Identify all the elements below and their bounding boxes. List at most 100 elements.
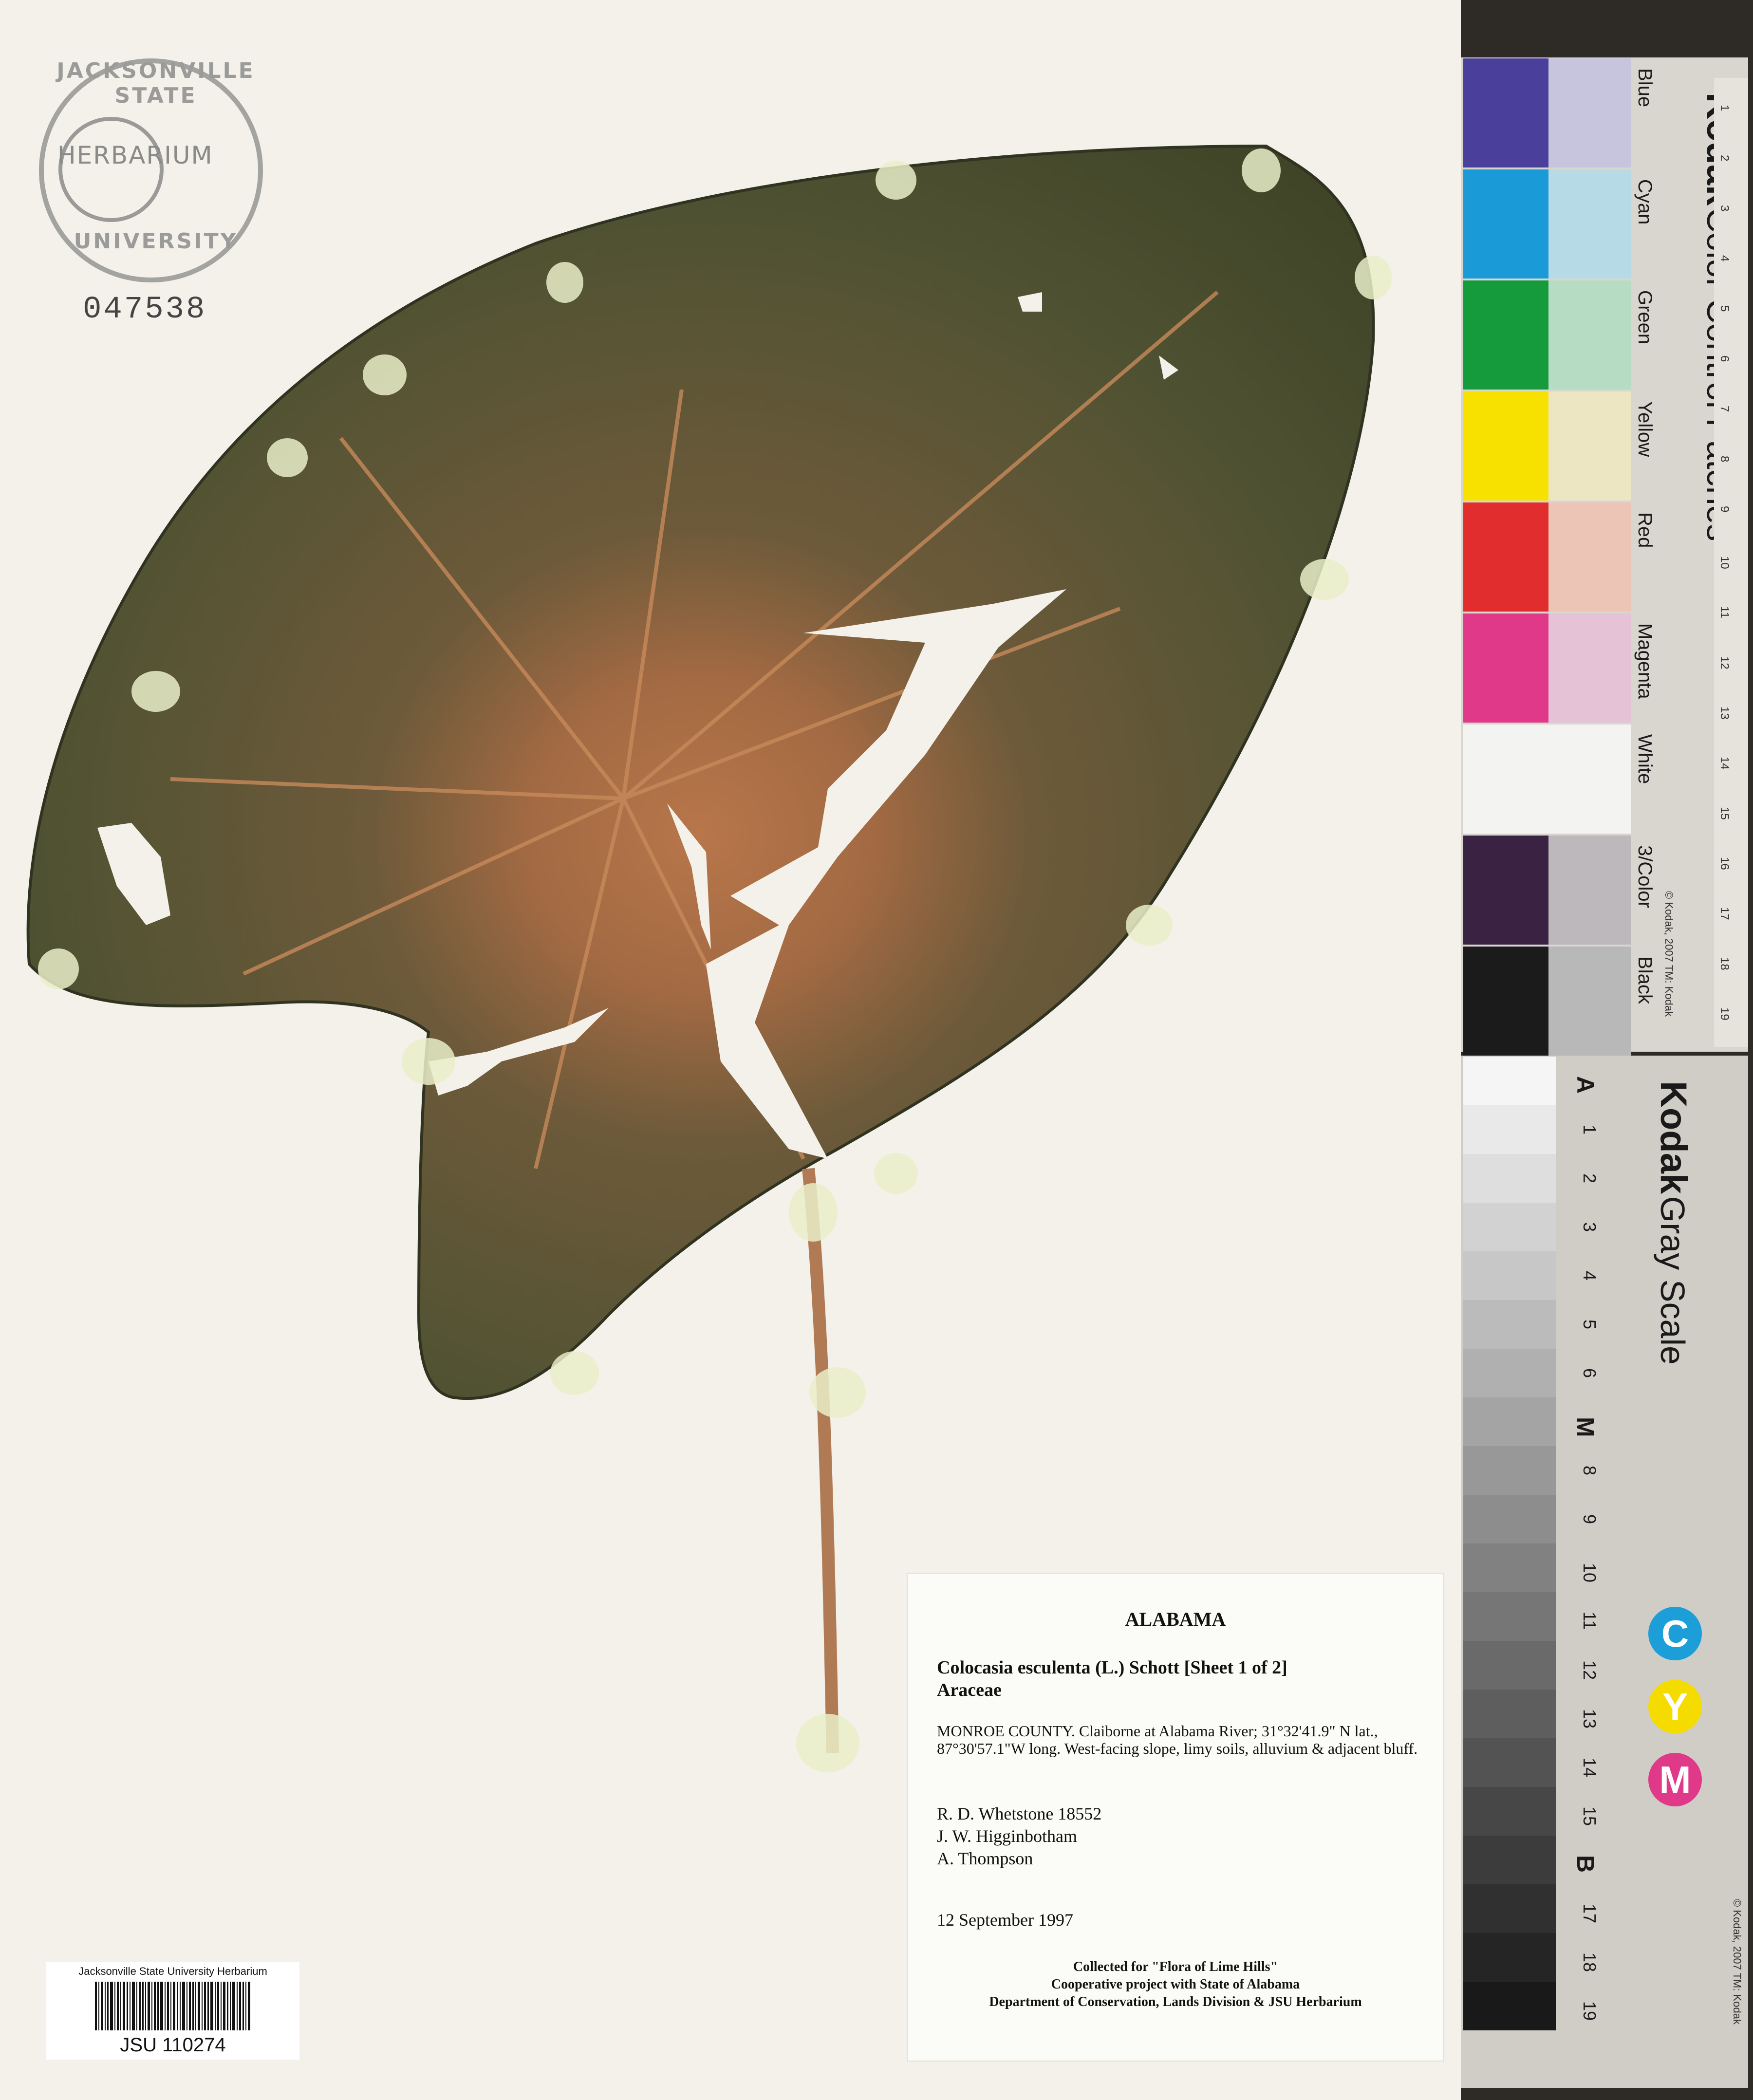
gray-step (1463, 1446, 1556, 1495)
gray-step-number: 11 (1580, 1612, 1600, 1630)
gray-step (1463, 1787, 1556, 1836)
gray-step (1463, 1495, 1556, 1543)
ruler-number: 3 (1718, 205, 1731, 212)
gray-card-title: Kodak Gray Scale (1652, 1081, 1695, 1365)
label-footer: Collected for "Flora of Lime Hills" Coop… (908, 1958, 1443, 2011)
leaf-blade (26, 144, 1375, 1400)
color-patch-tint-red (1548, 502, 1631, 612)
ruler-number: 13 (1718, 706, 1731, 720)
label-state: ALABAMA (1125, 1608, 1226, 1630)
gray-step (1463, 1933, 1556, 1982)
gray-step-number: 4 (1580, 1271, 1600, 1281)
color-patch-label: 3/Color (1634, 845, 1656, 908)
gray-step (1463, 1349, 1556, 1397)
color-patch-tint-magenta (1548, 613, 1631, 723)
color-patch-white (1463, 725, 1548, 834)
color-patch-tint-3-color (1548, 836, 1631, 945)
barcode-label: Jacksonville State University Herbarium (46, 1962, 299, 2060)
color-patch-label: Black (1634, 956, 1656, 1004)
label-taxon-name: Colocasia esculenta (L.) Schott [Sheet 1… (937, 1657, 1287, 1678)
ruler-number: 14 (1718, 757, 1731, 770)
ruler-number: 1 (1718, 105, 1731, 112)
ruler-number: 18 (1718, 957, 1731, 970)
color-card-copyright: © Kodak, 2007 TM: Kodak (1663, 891, 1675, 1017)
color-patch-label: White (1634, 734, 1656, 784)
gray-card-brand: Kodak (1653, 1081, 1694, 1194)
cym-magenta-badge: M (1648, 1753, 1702, 1806)
color-patch-label: Yellow (1634, 401, 1656, 457)
color-patch-tint-white (1548, 725, 1631, 834)
ruler-number: 12 (1718, 656, 1731, 669)
gray-step (1463, 1690, 1556, 1738)
gray-step-number: 17 (1580, 1904, 1600, 1924)
gray-step (1463, 1592, 1556, 1641)
gray-step-number: 14 (1580, 1758, 1600, 1778)
gray-step-number: 12 (1580, 1660, 1600, 1680)
cym-cyan-badge: C (1648, 1607, 1702, 1660)
color-patch-label: Red (1634, 512, 1656, 548)
ruler-number: 19 (1718, 1007, 1731, 1021)
ruler-number: 8 (1718, 456, 1731, 463)
color-patch-tint-green (1548, 280, 1631, 390)
gray-step (1463, 1154, 1556, 1203)
gray-card-copyright: © Kodak, 2007 TM: Kodak (1731, 1899, 1743, 2025)
gray-step (1463, 1300, 1556, 1349)
ruler-number: 16 (1718, 857, 1731, 870)
label-footer-line: Collected for "Flora of Lime Hills" (1073, 1959, 1278, 1974)
color-patch-green (1463, 280, 1548, 390)
ruler-number: 2 (1718, 155, 1731, 162)
ruler-number: 10 (1718, 556, 1731, 569)
ruler-number: 9 (1718, 506, 1731, 513)
label-footer-line: Cooperative project with State of Alabam… (1051, 1977, 1300, 1992)
color-patch-black (1463, 947, 1548, 1056)
label-collection-date: 12 September 1997 (937, 1910, 1073, 1930)
gray-step (1463, 1738, 1556, 1787)
gray-step (1463, 1836, 1556, 1884)
gray-step (1463, 1203, 1556, 1251)
gray-step-number: 3 (1580, 1222, 1600, 1232)
barcode-institution: Jacksonville State University Herbarium (78, 1965, 267, 1977)
gray-step-number: 10 (1580, 1563, 1600, 1583)
gray-step-number: 1 (1580, 1125, 1600, 1135)
color-patch-yellow (1463, 391, 1548, 501)
gray-step-number: 15 (1580, 1806, 1600, 1826)
color-patch-label: Blue (1634, 68, 1656, 108)
ruler-number: 17 (1718, 907, 1731, 920)
label-locality: MONROE COUNTY. Claiborne at Alabama Rive… (937, 1722, 1418, 1757)
gray-step (1463, 1982, 1556, 2030)
label-family: Araceae (937, 1680, 1002, 1700)
gray-step-number: 13 (1580, 1709, 1600, 1729)
barcode-number: JSU 110274 (120, 2034, 226, 2056)
color-patch-magenta (1463, 613, 1548, 723)
label-collector: R. D. Whetstone 18552 (937, 1804, 1102, 1823)
color-patch-label: Magenta (1634, 623, 1656, 699)
cym-yellow-badge: Y (1648, 1680, 1702, 1733)
leaf-petiole (802, 1168, 839, 1753)
ruler-number: 11 (1718, 606, 1731, 618)
gray-step-number: 2 (1580, 1173, 1600, 1184)
color-patch-label: Green (1634, 290, 1656, 345)
label-taxon-block: Colocasia esculenta (L.) Schott [Sheet 1… (937, 1656, 1424, 1701)
ruler-number: 4 (1718, 255, 1731, 262)
specimen-label: ALABAMA Colocasia esculenta (L.) Schott … (907, 1573, 1444, 2062)
label-collector: A. Thompson (937, 1849, 1033, 1868)
label-footer-line: Department of Conservation, Lands Divisi… (989, 1994, 1362, 2009)
gray-step-number: 9 (1580, 1514, 1600, 1524)
gray-step-number: 19 (1580, 2001, 1600, 2021)
gray-step-number: B (1572, 1855, 1599, 1873)
color-patch-tint-blue (1548, 58, 1631, 167)
color-patch-blue (1463, 58, 1548, 167)
label-collectors: R. D. Whetstone 18552 J. W. Higginbotham… (937, 1803, 1424, 1870)
ruler-number: 6 (1718, 355, 1731, 362)
gray-step (1463, 1251, 1556, 1300)
gray-step-number: 5 (1580, 1319, 1600, 1330)
gray-step (1463, 1641, 1556, 1690)
gray-step (1463, 1397, 1556, 1446)
color-patch-3-color (1463, 836, 1548, 945)
herbarium-sheet: JACKSONVILLE STATE HERBARIUM UNIVERSITY … (0, 0, 1461, 2100)
gray-step (1463, 1057, 1556, 1105)
gray-step-number: 8 (1580, 1466, 1600, 1476)
gray-step (1463, 1543, 1556, 1592)
ruler-number: 15 (1718, 807, 1731, 820)
color-patch-tint-yellow (1548, 391, 1631, 501)
